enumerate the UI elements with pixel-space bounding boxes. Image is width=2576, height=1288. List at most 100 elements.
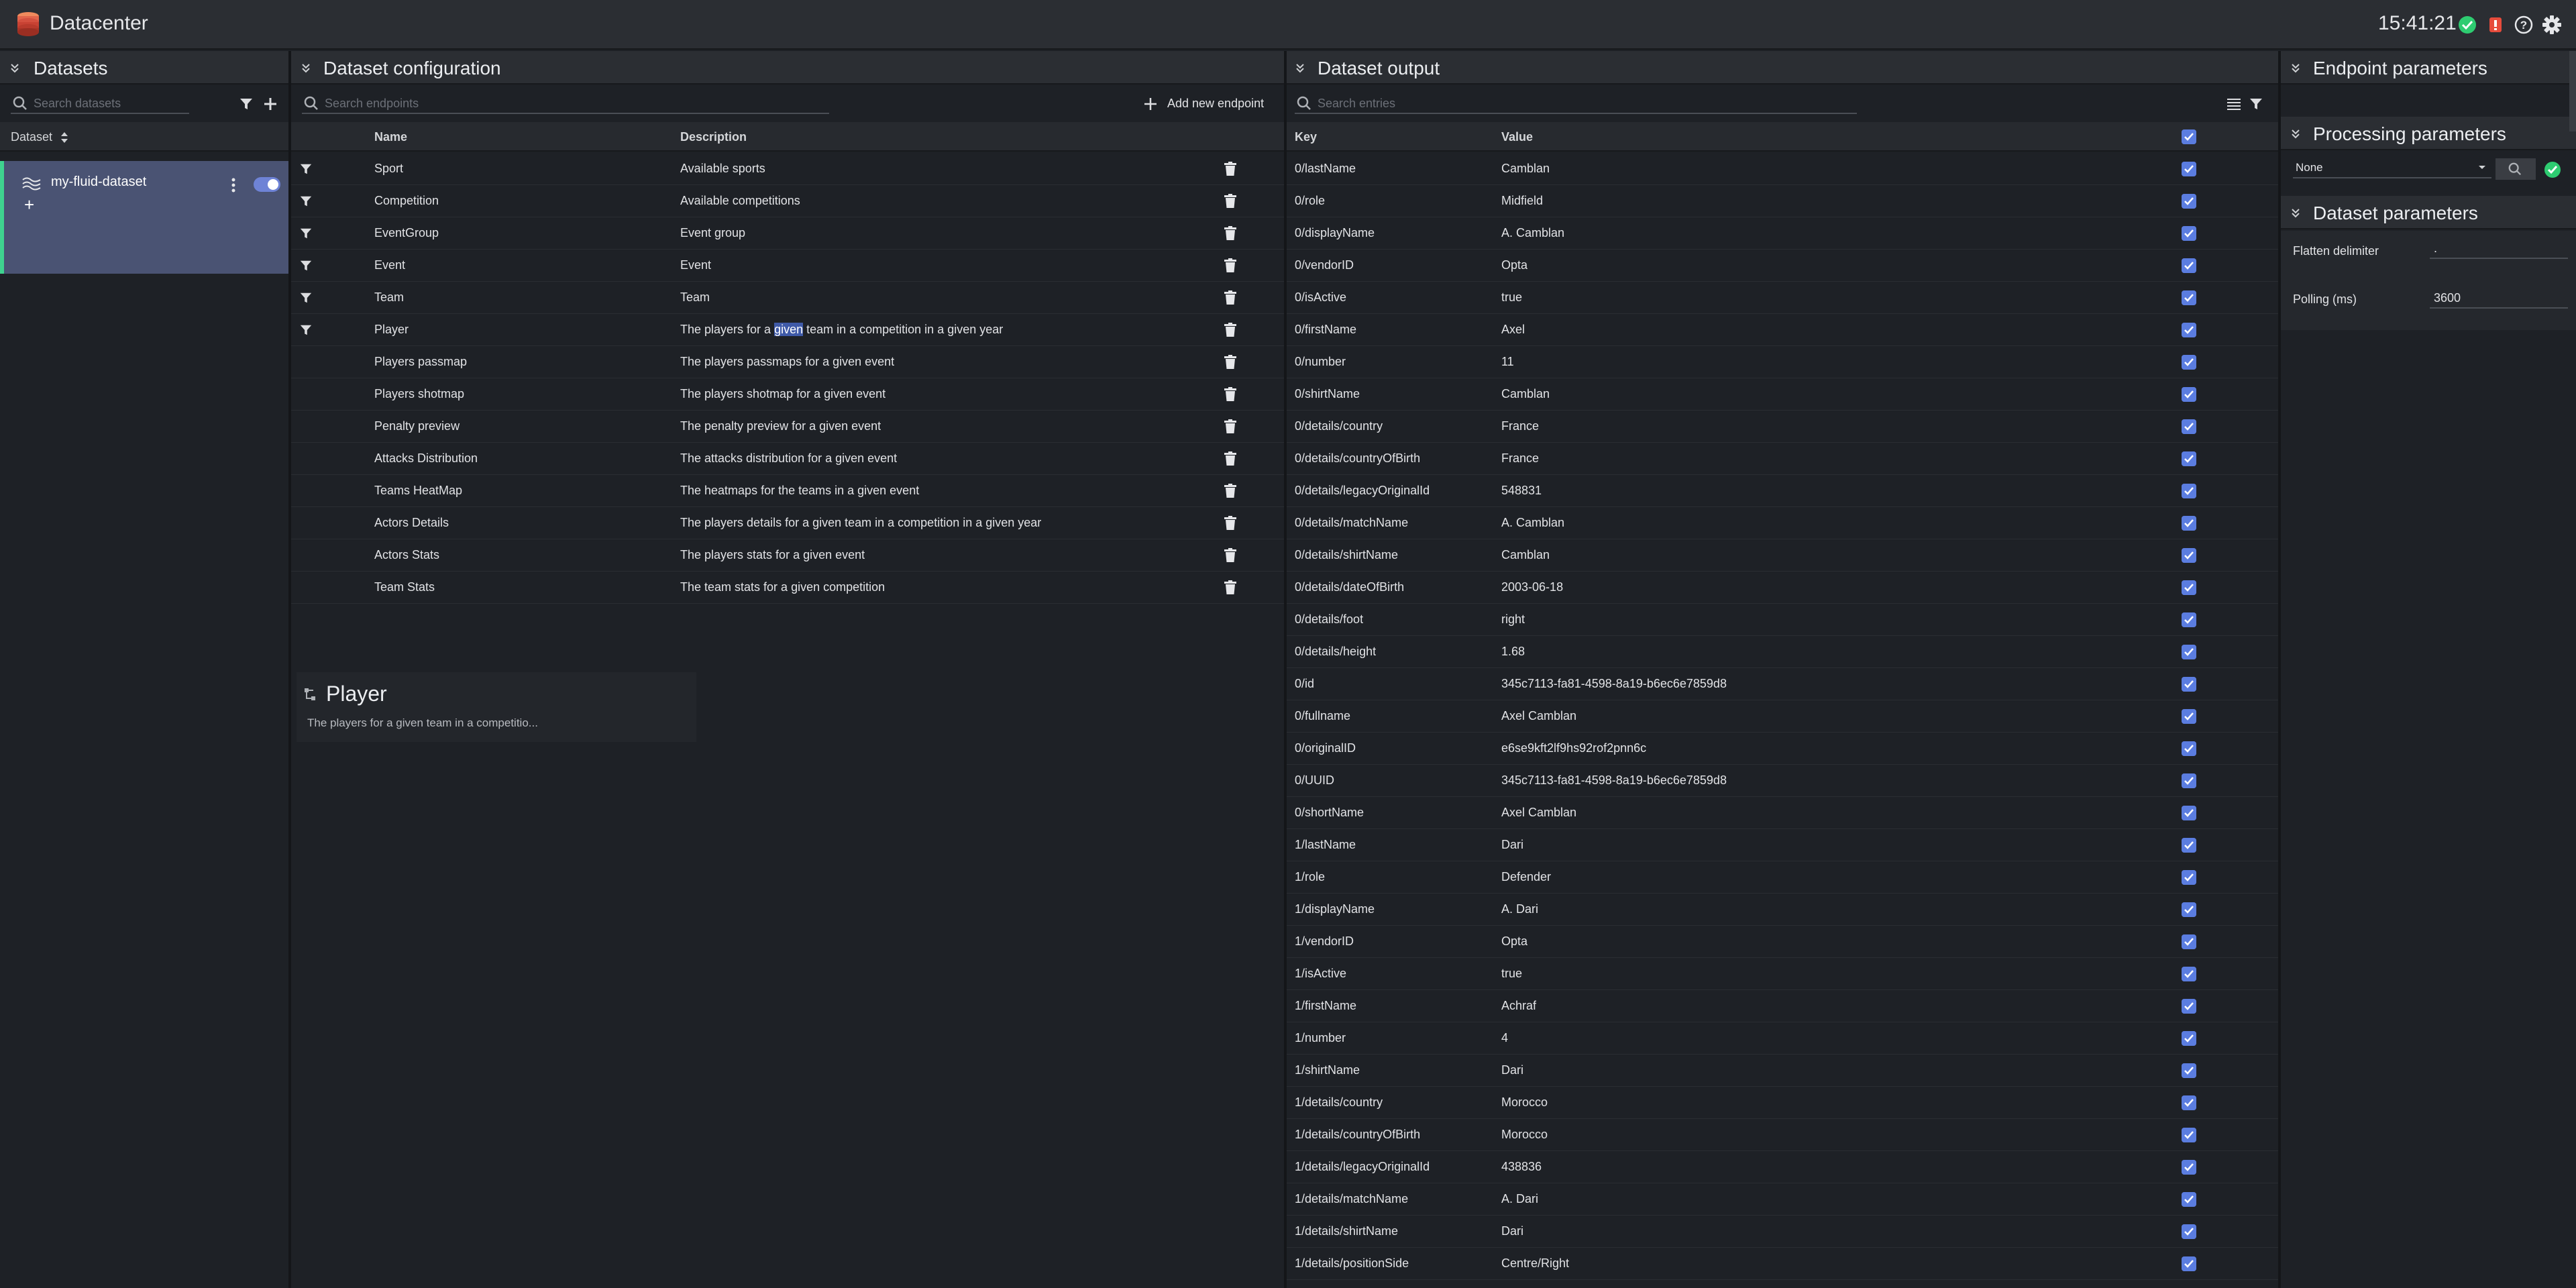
delete-icon[interactable] [1224, 451, 1237, 467]
output-row[interactable]: 1/number 4 [1287, 1022, 2278, 1055]
endpoint-row[interactable]: Team Stats The team stats for a given com… [291, 572, 1284, 604]
row-checkbox[interactable] [2182, 1224, 2196, 1239]
output-row[interactable]: 1/role Defender [1287, 861, 2278, 894]
delete-icon[interactable] [1224, 290, 1237, 306]
row-checkbox[interactable] [2182, 484, 2196, 498]
row-checkbox[interactable] [2182, 773, 2196, 788]
row-checkbox[interactable] [2182, 516, 2196, 531]
endpoint-row[interactable]: Players passmap The players passmaps for … [291, 346, 1284, 378]
collapse-chevron-icon[interactable] [2290, 207, 2301, 218]
delete-icon[interactable] [1224, 386, 1237, 402]
endpoint-row[interactable]: Players shotmap The players shotmap for a… [291, 378, 1284, 411]
endpoint-row[interactable]: Attacks Distribution The attacks distribu… [291, 443, 1284, 475]
output-row[interactable]: 1/isActive true [1287, 958, 2278, 990]
delete-icon[interactable] [1224, 161, 1237, 177]
collapse-chevron-icon[interactable] [2290, 62, 2301, 73]
row-checkbox[interactable] [2182, 1095, 2196, 1110]
endpoint-row[interactable]: Teams HeatMap The heatmaps for the teams … [291, 475, 1284, 507]
filter-icon[interactable] [299, 162, 313, 176]
row-checkbox[interactable] [2182, 1192, 2196, 1207]
output-row[interactable]: 0/details/foot right [1287, 604, 2278, 636]
output-row[interactable]: 1/firstName Achraf [1287, 990, 2278, 1022]
scrollbar[interactable] [2569, 51, 2576, 131]
row-checkbox[interactable] [2182, 741, 2196, 756]
row-checkbox[interactable] [2182, 226, 2196, 241]
row-checkbox[interactable] [2182, 258, 2196, 273]
value-column-header[interactable]: Value [1501, 130, 1533, 144]
delete-icon[interactable] [1224, 483, 1237, 499]
output-row[interactable]: 1/vendorID Opta [1287, 926, 2278, 958]
filter-icon[interactable] [2249, 97, 2263, 111]
endpoint-row[interactable]: Event Event [291, 250, 1284, 282]
output-row[interactable]: 1/lastName Dari [1287, 829, 2278, 861]
endpoint-row[interactable]: Actors Stats The players stats for a give… [291, 539, 1284, 572]
output-row[interactable]: 0/originalID e6se9kft2lf9hs92rof2pnn6c [1287, 733, 2278, 765]
endpoint-row[interactable]: Player The players for a given team in a … [291, 314, 1284, 346]
output-row[interactable]: 1/details/shirtName Dari [1287, 1216, 2278, 1248]
add-new-endpoint-button[interactable]: Add new endpoint [1143, 94, 1277, 114]
output-row[interactable]: 0/details/country France [1287, 411, 2278, 443]
row-checkbox[interactable] [2182, 934, 2196, 949]
endpoint-row[interactable]: Actors Details The players details for a … [291, 507, 1284, 539]
endpoint-row[interactable]: Team Team [291, 282, 1284, 314]
output-row[interactable]: 0/UUID 345c7113-fa81-4598-8a19-b6ec6e7859… [1287, 765, 2278, 797]
output-row[interactable]: 0/shirtName Camblan [1287, 378, 2278, 411]
status-ok-icon[interactable] [2457, 15, 2477, 35]
collapse-chevron-icon[interactable] [1295, 62, 1305, 73]
collapse-chevron-icon[interactable] [9, 62, 20, 73]
row-checkbox[interactable] [2182, 387, 2196, 402]
endpoints-search-input[interactable] [302, 94, 829, 114]
output-row[interactable]: 0/details/shirtName Camblan [1287, 539, 2278, 572]
add-dataset-icon[interactable] [263, 97, 278, 111]
output-row[interactable]: 1/details/countryOfBirth Morocco [1287, 1119, 2278, 1151]
output-row[interactable]: 0/details/legacyOriginalId 548831 [1287, 475, 2278, 507]
add-endpoint-plus[interactable]: + [24, 195, 34, 215]
row-checkbox[interactable] [2182, 451, 2196, 466]
filter-icon[interactable] [299, 259, 313, 272]
row-checkbox[interactable] [2182, 194, 2196, 209]
row-checkbox[interactable] [2182, 1031, 2196, 1046]
output-row[interactable]: 0/details/height 1.68 [1287, 636, 2278, 668]
output-row[interactable]: 1/details/country Morocco [1287, 1087, 2278, 1119]
filter-icon[interactable] [299, 227, 313, 240]
alert-icon[interactable] [2485, 15, 2506, 35]
more-options-icon[interactable] [231, 177, 236, 193]
endpoint-row[interactable]: Penalty preview The penalty preview for a… [291, 411, 1284, 443]
delete-icon[interactable] [1224, 322, 1237, 338]
row-checkbox[interactable] [2182, 1128, 2196, 1142]
row-checkbox[interactable] [2182, 967, 2196, 981]
collapse-chevron-icon[interactable] [2290, 128, 2301, 139]
row-checkbox[interactable] [2182, 612, 2196, 627]
help-icon[interactable]: ? [2514, 15, 2534, 35]
endpoint-detail-card[interactable]: Player The players for a given team in a… [297, 672, 696, 742]
key-column-header[interactable]: Key [1295, 130, 1317, 144]
dataset-column-header[interactable]: Dataset [11, 130, 52, 144]
row-checkbox[interactable] [2182, 999, 2196, 1014]
endpoint-row[interactable]: EventGroup Event group [291, 217, 1284, 250]
dataset-enabled-toggle[interactable] [254, 177, 280, 192]
output-row[interactable]: 0/number 11 [1287, 346, 2278, 378]
delete-icon[interactable] [1224, 580, 1237, 596]
output-row[interactable]: 0/fullname Axel Camblan [1287, 700, 2278, 733]
output-row[interactable]: 0/lastName Camblan [1287, 153, 2278, 185]
datasets-search-input[interactable] [11, 94, 189, 114]
description-column-header[interactable]: Description [680, 130, 747, 144]
output-row[interactable]: 0/vendorID Opta [1287, 250, 2278, 282]
row-checkbox[interactable] [2182, 1160, 2196, 1175]
row-checkbox[interactable] [2182, 806, 2196, 820]
list-view-icon[interactable] [2226, 97, 2242, 111]
output-row[interactable]: 0/isActive true [1287, 282, 2278, 314]
delete-icon[interactable] [1224, 547, 1237, 564]
row-checkbox[interactable] [2182, 902, 2196, 917]
delete-icon[interactable] [1224, 354, 1237, 370]
run-processing-button[interactable] [2496, 158, 2536, 180]
filter-icon[interactable] [299, 291, 313, 305]
row-checkbox[interactable] [2182, 870, 2196, 885]
output-row[interactable]: 0/role Midfield [1287, 185, 2278, 217]
delete-icon[interactable] [1224, 193, 1237, 209]
row-checkbox[interactable] [2182, 645, 2196, 659]
output-row[interactable]: 0/displayName A. Camblan [1287, 217, 2278, 250]
row-checkbox[interactable] [2182, 1256, 2196, 1271]
row-checkbox[interactable] [2182, 355, 2196, 370]
name-column-header[interactable]: Name [374, 130, 407, 144]
